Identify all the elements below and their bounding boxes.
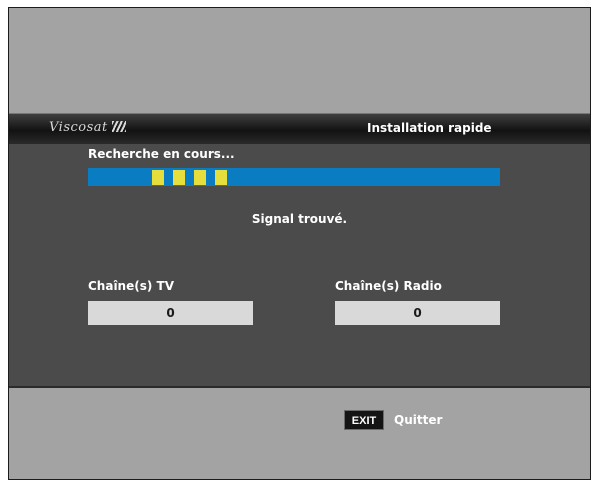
- progress-segment: [173, 170, 185, 185]
- progress-segment: [152, 170, 164, 185]
- tv-channels-count: 0: [88, 301, 253, 325]
- brand-logo: Viscosat: [49, 120, 126, 135]
- footer-bar: EXIT Quitter: [9, 388, 590, 479]
- page-title: Installation rapide: [367, 121, 492, 135]
- tv-screen: Viscosat Installation rapide Recherche e…: [8, 7, 591, 480]
- progress-segment: [194, 170, 206, 185]
- tv-channels-label: Chaîne(s) TV: [88, 279, 175, 293]
- search-progress-bar: [88, 168, 500, 186]
- exit-label: Quitter: [394, 413, 443, 427]
- radio-channels-label: Chaîne(s) Radio: [335, 279, 442, 293]
- header-bar: Viscosat Installation rapide: [9, 113, 590, 144]
- logo-stripes-icon: [111, 121, 126, 132]
- progress-segment: [215, 170, 227, 185]
- installation-panel: Recherche en cours... Signal trouvé. Cha…: [9, 144, 590, 388]
- signal-message: Signal trouvé.: [251, 212, 348, 226]
- exit-key-button[interactable]: EXIT: [344, 410, 384, 430]
- radio-channels-count: 0: [335, 301, 500, 325]
- search-status-text: Recherche en cours...: [88, 147, 235, 161]
